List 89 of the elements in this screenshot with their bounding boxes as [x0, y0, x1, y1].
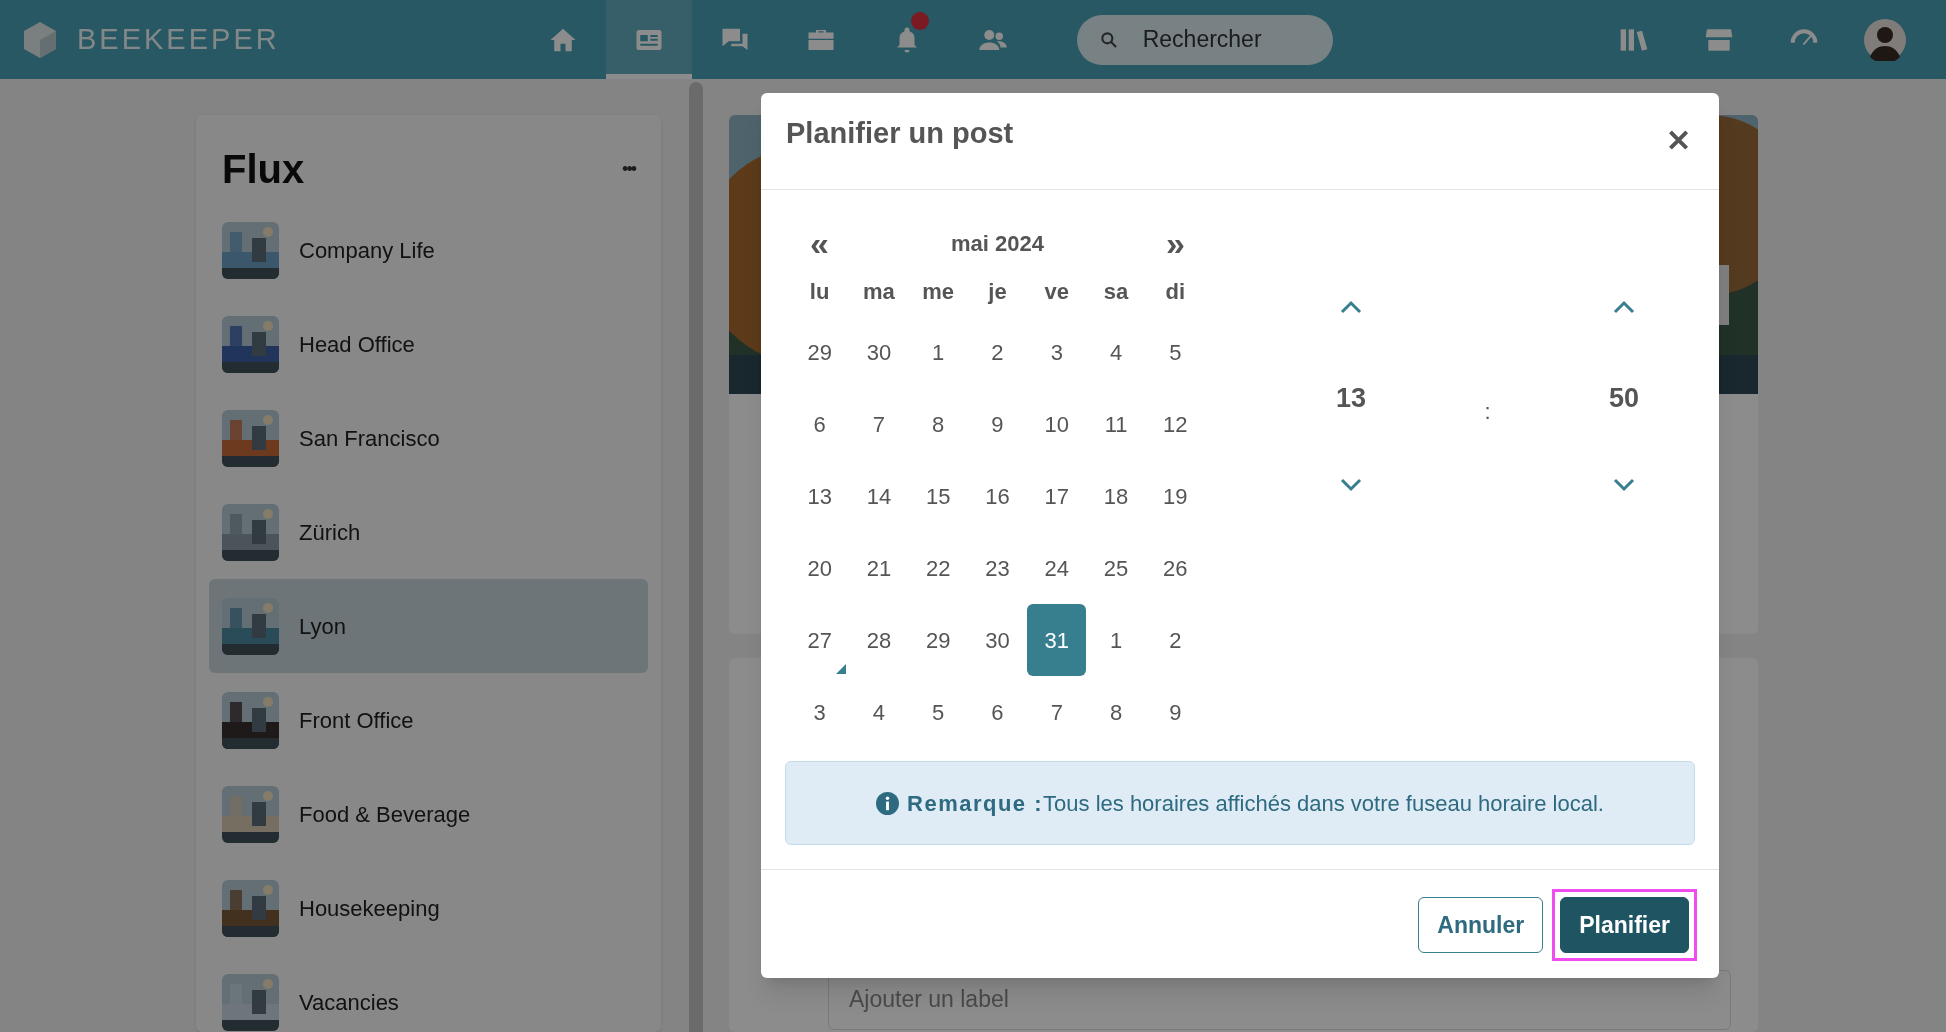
previous-month-button[interactable]: « — [790, 226, 849, 260]
sidebar-title: Flux — [222, 146, 305, 193]
weekday-label: je — [988, 277, 1007, 306]
channel-label: Housekeeping — [299, 894, 440, 923]
hours-value[interactable]: 13 — [1335, 378, 1366, 478]
dialog-title: Planifier un post — [786, 115, 1014, 151]
info-icon — [876, 791, 899, 815]
channel-label: Front Office — [299, 706, 414, 735]
day-cell[interactable]: 5 — [908, 676, 968, 748]
channel-item[interactable]: Front Office — [209, 673, 648, 767]
day-cell[interactable]: 11 — [1086, 388, 1146, 460]
day-cell[interactable]: 18 — [1086, 460, 1146, 532]
channel-item[interactable]: Lyon — [209, 579, 648, 673]
day-cell[interactable]: 16 — [968, 460, 1027, 532]
day-cell[interactable]: 2 — [968, 316, 1027, 388]
more-button[interactable]: ••• — [622, 155, 635, 183]
day-cell[interactable]: 4 — [1086, 316, 1146, 388]
minutes-value[interactable]: 50 — [1608, 378, 1639, 478]
chevron-down-icon — [1613, 478, 1635, 492]
day-cell[interactable]: 17 — [1027, 460, 1087, 532]
day-cell[interactable]: 7 — [849, 388, 909, 460]
day-cell[interactable]: 1 — [908, 316, 968, 388]
day-cell[interactable]: 20 — [790, 532, 850, 604]
channel-label: Lyon — [299, 612, 346, 641]
day-cell[interactable]: 3 — [1027, 316, 1087, 388]
day-cell[interactable]: 26 — [1145, 532, 1205, 604]
day-cell[interactable]: 28 — [849, 604, 909, 676]
day-cell[interactable]: 9 — [968, 388, 1027, 460]
weekday-label: lu — [809, 277, 830, 306]
day-cell[interactable]: 21 — [849, 532, 909, 604]
day-cell[interactable]: 12 — [1145, 388, 1205, 460]
month-title[interactable]: mai 2024 — [951, 226, 1044, 260]
weekday-label: ma — [863, 277, 895, 306]
weekday-label: sa — [1103, 277, 1129, 306]
time-separator: : — [1484, 398, 1491, 425]
channel-label: Zürich — [299, 518, 361, 547]
channel-item[interactable]: Vacancies — [209, 955, 648, 1032]
day-cell[interactable]: 19 — [1145, 460, 1205, 532]
avatar-icon[interactable] — [1864, 18, 1906, 61]
day-cell[interactable]: 30 — [849, 316, 909, 388]
cancel-button[interactable]: Annuler — [1418, 897, 1544, 953]
next-month-button[interactable]: » — [1146, 226, 1205, 260]
channel-item[interactable]: Zürich — [209, 485, 648, 579]
day-cell[interactable]: 6 — [968, 676, 1027, 748]
channel-label: Vacancies — [299, 988, 399, 1017]
weekday-label: di — [1165, 277, 1186, 306]
channel-item[interactable]: Company Life — [209, 203, 648, 297]
schedule-button[interactable]: Planifier — [1560, 897, 1689, 953]
chevron-up-icon — [1613, 300, 1635, 314]
channel-item[interactable]: Housekeeping — [209, 861, 648, 955]
day-cell[interactable]: 27 — [790, 604, 850, 676]
weekday-label: me — [922, 277, 955, 306]
day-cell[interactable]: 29 — [790, 316, 850, 388]
channel-label: Head Office — [299, 330, 415, 359]
channel-label: Company Life — [299, 236, 435, 265]
note-text: Remarque :Tous les horaires affichés dans votre fuseau horaire local. — [907, 789, 1604, 818]
channel-item[interactable]: Head Office — [209, 297, 648, 391]
day-cell[interactable]: 30 — [968, 604, 1027, 676]
day-cell[interactable]: 6 — [790, 388, 850, 460]
day-cell[interactable]: 29 — [908, 604, 968, 676]
day-cell[interactable]: 24 — [1027, 532, 1087, 604]
day-cell[interactable]: 15 — [908, 460, 968, 532]
weekday-label: ve — [1044, 277, 1069, 306]
day-cell[interactable]: 14 — [849, 460, 909, 532]
day-cell[interactable]: 23 — [968, 532, 1027, 604]
chevron-down-icon — [1340, 478, 1362, 492]
day-cell[interactable]: 13 — [790, 460, 850, 532]
channel-label: San Francisco — [299, 424, 440, 453]
day-cell[interactable]: 4 — [849, 676, 909, 748]
chevron-up-icon — [1340, 300, 1362, 314]
day-cell[interactable]: 10 — [1027, 388, 1087, 460]
day-cell[interactable]: 8 — [1086, 676, 1146, 748]
channel-label: Food & Beverage — [299, 800, 471, 829]
search-icon — [1098, 29, 1119, 50]
search-field[interactable]: Rechercher — [1076, 14, 1333, 65]
brand-name: BEEKEEPER — [77, 21, 280, 57]
day-cell[interactable]: 25 — [1086, 532, 1146, 604]
day-cell[interactable]: 22 — [908, 532, 968, 604]
day-cell[interactable]: 3 — [790, 676, 850, 748]
day-cell[interactable]: 1 — [1086, 604, 1146, 676]
day-cell[interactable]: 9 — [1145, 676, 1205, 748]
day-cell[interactable]: 2 — [1145, 604, 1205, 676]
channel-item[interactable]: San Francisco — [209, 391, 648, 485]
day-cell[interactable]: 5 — [1145, 316, 1205, 388]
channel-item[interactable]: Food & Beverage — [209, 767, 648, 861]
close-button[interactable]: ✕ — [1666, 126, 1691, 156]
day-cell[interactable]: 31 — [1027, 604, 1087, 676]
day-cell[interactable]: 7 — [1027, 676, 1087, 748]
day-cell[interactable]: 8 — [908, 388, 968, 460]
